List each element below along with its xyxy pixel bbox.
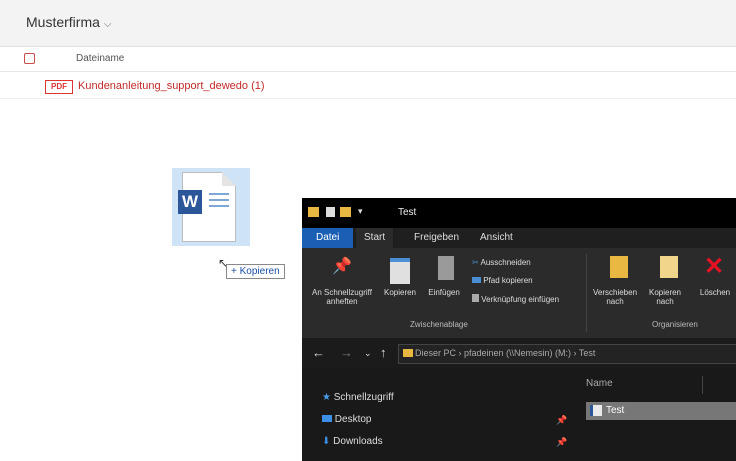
new-folder-icon[interactable] bbox=[340, 207, 351, 217]
nav-item-downloads[interactable]: ⬇ Downloads bbox=[322, 436, 383, 447]
table-row[interactable]: PDF Kundenanleitung_support_dewedo (1) bbox=[0, 72, 736, 99]
paste-icon bbox=[438, 256, 454, 280]
tab-freigeben[interactable]: Freigeben bbox=[406, 228, 467, 248]
folder-icon bbox=[403, 349, 413, 357]
group-clipboard: Zwischenablage bbox=[410, 320, 468, 329]
nav-item-schnellzugriff[interactable]: ★ Schnellzugriff bbox=[322, 392, 394, 403]
move-to-button[interactable]: Verschieben nach bbox=[592, 288, 638, 306]
scissors-icon: ✂ bbox=[472, 258, 479, 267]
forward-arrow-icon[interactable]: → bbox=[340, 345, 353, 360]
properties-icon[interactable] bbox=[326, 207, 335, 217]
ribbon-tabs: Datei Start Freigeben Ansicht bbox=[302, 228, 736, 248]
chevron-down-icon[interactable]: ▾ bbox=[358, 206, 369, 216]
copy-path-button[interactable]: Pfad kopieren bbox=[472, 276, 533, 285]
file-list-pane: Name Test bbox=[586, 368, 736, 461]
nav-item-desktop[interactable]: Desktop bbox=[322, 414, 371, 425]
address-path: Dieser PC › pfadeinen (\\Nemesin) (M:) ›… bbox=[415, 348, 596, 358]
file-label: Test bbox=[606, 405, 625, 416]
delete-icon: ✕ bbox=[704, 253, 725, 280]
copy-button[interactable]: Kopieren bbox=[380, 288, 420, 297]
delete-button[interactable]: Löschen bbox=[694, 288, 736, 297]
pin-icon[interactable]: 📌 bbox=[556, 415, 567, 426]
copy-to-button[interactable]: Kopieren nach bbox=[642, 288, 688, 306]
ribbon: 📌 An Schnellzugriff anheften Kopieren Ei… bbox=[302, 248, 736, 339]
chevron-down-icon[interactable]: ⌵ bbox=[104, 19, 112, 30]
column-header-name[interactable]: Name bbox=[586, 378, 613, 389]
star-icon: ★ bbox=[322, 392, 331, 403]
pin-quickaccess-button[interactable]: An Schnellzugriff anheften bbox=[304, 288, 380, 306]
file-name-link[interactable]: Kundenanleitung_support_dewedo (1) bbox=[78, 80, 265, 92]
navigation-pane: ★ Schnellzugriff Desktop 📌 ⬇ Downloads 📌 bbox=[302, 368, 586, 461]
path-icon bbox=[472, 277, 481, 283]
copy-icon bbox=[390, 258, 410, 284]
explorer-titlebar: ▾ Test bbox=[302, 198, 736, 228]
file-explorer-window: ▾ Test Datei Start Freigeben Ansicht 📌 A… bbox=[302, 198, 736, 461]
folder-icon bbox=[308, 207, 319, 217]
tab-ansicht[interactable]: Ansicht bbox=[472, 228, 521, 248]
group-organize: Organisieren bbox=[652, 320, 698, 329]
move-to-icon bbox=[610, 256, 628, 278]
word-logo-icon: W bbox=[178, 190, 202, 214]
copy-tooltip: + Kopieren bbox=[226, 264, 285, 279]
tab-datei[interactable]: Datei bbox=[302, 228, 354, 248]
top-bar: Musterfirma ⌵ bbox=[0, 0, 736, 47]
folder-breadcrumb[interactable]: Musterfirma ⌵ bbox=[26, 14, 112, 30]
copy-to-icon bbox=[660, 256, 678, 278]
folder-name[interactable]: Musterfirma bbox=[26, 14, 100, 30]
address-input[interactable]: Dieser PC › pfadeinen (\\Nemesin) (M:) ›… bbox=[398, 344, 736, 364]
list-header: Dateiname bbox=[0, 47, 736, 72]
shortcut-icon bbox=[472, 294, 479, 302]
paste-button[interactable]: Einfügen bbox=[424, 288, 464, 297]
tab-start[interactable]: Start bbox=[356, 228, 394, 248]
desktop-icon bbox=[322, 415, 332, 422]
column-header-filename[interactable]: Dateiname bbox=[76, 53, 124, 64]
ribbon-divider bbox=[586, 254, 587, 332]
pin-icon[interactable]: 📌 bbox=[556, 437, 567, 448]
pin-icon: 📌 bbox=[332, 258, 352, 275]
word-document-icon bbox=[590, 405, 602, 416]
window-title: Test bbox=[398, 207, 417, 218]
paste-shortcut-button[interactable]: Verknüpfung einfügen bbox=[472, 294, 559, 304]
list-item[interactable]: Test bbox=[586, 402, 736, 420]
column-divider[interactable] bbox=[702, 376, 703, 394]
recent-chevron-icon[interactable]: ⌄ bbox=[364, 348, 372, 359]
address-bar-row: ← → ⌄ ↑ Dieser PC › pfadeinen (\\Nemesin… bbox=[302, 338, 736, 368]
pdf-icon: PDF bbox=[45, 80, 73, 94]
download-icon: ⬇ bbox=[322, 436, 331, 447]
dragged-word-file[interactable]: W bbox=[172, 168, 250, 246]
back-arrow-icon[interactable]: ← bbox=[312, 345, 325, 360]
cut-button[interactable]: ✂ Ausschneiden bbox=[472, 258, 531, 267]
up-arrow-icon[interactable]: ↑ bbox=[380, 345, 387, 360]
select-all-checkbox[interactable] bbox=[24, 53, 35, 64]
